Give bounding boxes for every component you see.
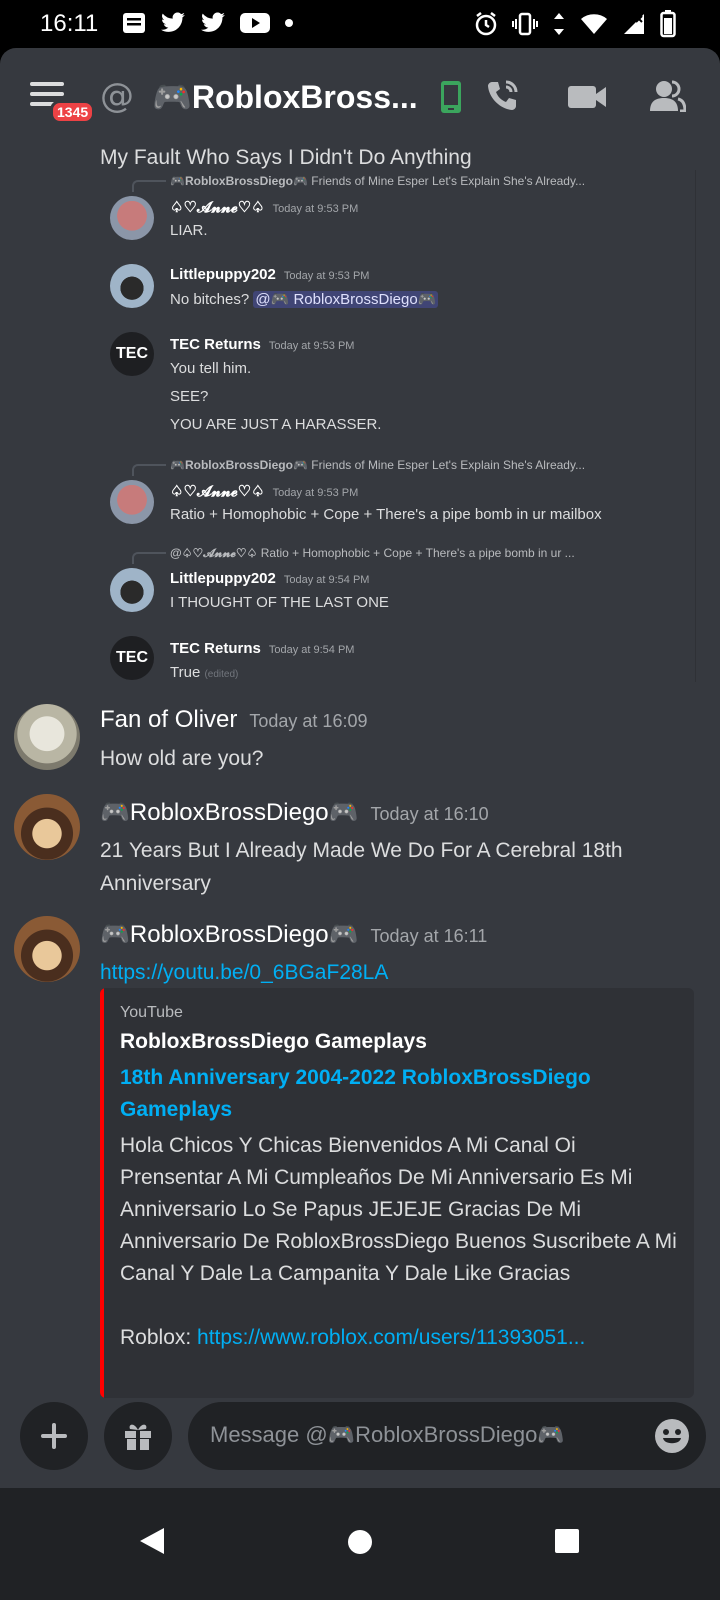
dm-at-icon: @ (100, 76, 134, 116)
unread-badge: 1345 (50, 100, 96, 124)
avatar[interactable] (110, 196, 154, 240)
data-icon (554, 13, 564, 35)
message-placeholder: Message @🎮RobloxBrossDiego🎮 (210, 1422, 565, 1447)
reply-preview: 🎮RobloxBrossDiego🎮 Friends of Mine Esper… (170, 458, 586, 472)
message-text: LIAR. (170, 222, 208, 239)
author-name[interactable]: TEC Returns (170, 336, 261, 353)
timestamp: Today at 9:54 PM (283, 574, 370, 586)
add-icon (41, 1423, 67, 1449)
status-time: 16:11 (40, 10, 99, 37)
signal-icon (624, 14, 644, 34)
message-text: You tell him. (170, 360, 252, 377)
message-text: How old are you? (100, 747, 264, 770)
youtube-icon (240, 13, 270, 33)
twitter-icon (161, 12, 185, 32)
author-name[interactable]: 🎮RobloxBrossDiego🎮 (100, 921, 359, 948)
message-text: 21 Years But I Already Made We Do For A … (100, 839, 623, 895)
timestamp: Today at 9:53 PM (268, 340, 355, 352)
avatar[interactable] (14, 794, 80, 860)
message-text: SEE? (170, 388, 209, 405)
message-input[interactable]: Message @🎮RobloxBrossDiego🎮 (188, 1402, 706, 1470)
emoji-icon[interactable] (654, 1418, 690, 1454)
timestamp: Today at 16:11 (370, 926, 488, 946)
home-icon[interactable] (346, 1528, 374, 1556)
wifi-icon (581, 14, 607, 34)
attached-screenshot[interactable]: 🎮RobloxBrossDiego🎮 Friends of Mine Esper… (100, 170, 696, 682)
chat-header: 1345 @ 🎮RobloxBross... (0, 48, 720, 146)
recents-icon[interactable] (554, 1528, 580, 1554)
embed-description: Hola Chicos Y Chicas Bienvenidos A Mi Ca… (120, 1134, 677, 1285)
message-text: YOU ARE JUST A HARASSER. (170, 416, 382, 433)
avatar[interactable] (14, 916, 80, 982)
timestamp: Today at 16:10 (370, 804, 489, 824)
members-icon[interactable] (650, 80, 686, 112)
screenshot-top-line: My Fault Who Says I Didn't Do Anything (100, 146, 472, 169)
author-name[interactable]: ♤♡𝓐𝓷𝓷𝓮♡♤ (170, 483, 265, 500)
status-bar: 16:11 (0, 0, 720, 48)
reply-preview: 🎮RobloxBrossDiego🎮 Friends of Mine Esper… (170, 174, 586, 188)
embed-accent-bar (100, 988, 104, 1398)
author-name[interactable]: Fan of Oliver (100, 706, 237, 733)
alarm-icon (475, 12, 497, 36)
author-name[interactable]: 🎮RobloxBrossDiego🎮 (100, 799, 359, 826)
edited-label: (edited) (204, 669, 239, 680)
message-list[interactable]: My Fault Who Says I Didn't Do Anything 🎮… (0, 146, 720, 1400)
embed-roblox-link[interactable]: https://www.roblox.com/users/11393051... (197, 1326, 585, 1349)
youtube-embed[interactable]: YouTube RobloxBrossDiego Gameplays 18th … (100, 988, 694, 1398)
avatar[interactable] (110, 480, 154, 524)
back-icon[interactable] (138, 1526, 166, 1556)
embed-title[interactable]: 18th Anniversary 2004-2022 RobloxBrossDi… (120, 1062, 660, 1126)
author-name[interactable]: Littlepuppy202 (170, 266, 276, 283)
timestamp: Today at 9:53 PM (272, 203, 359, 215)
avatar[interactable]: TEC (110, 636, 154, 680)
author-name[interactable]: Littlepuppy202 (170, 570, 276, 587)
message-text: True (170, 664, 201, 681)
message-text: I THOUGHT OF THE LAST ONE (170, 594, 389, 611)
message-link[interactable]: https://youtu.be/0_6BGaF28LA (100, 961, 388, 984)
message-composer: Message @🎮RobloxBrossDiego🎮 (0, 1400, 720, 1488)
user-mention[interactable]: @🎮 RobloxBrossDiego🎮 (253, 291, 439, 308)
reply-preview: @♤♡𝓐𝓷𝓷𝓮♡♤ Ratio + Homophobic + Cope + Th… (170, 546, 575, 560)
message-text: Ratio + Homophobic + Cope + There's a pi… (170, 506, 602, 523)
message-text: No bitches? (170, 291, 250, 308)
embed-roblox-label: Roblox: (120, 1326, 198, 1349)
chat-title[interactable]: 🎮RobloxBross... (152, 78, 418, 116)
gift-icon (125, 1424, 151, 1450)
author-name[interactable]: ♤♡𝓐𝓷𝓷𝓮♡♤ (170, 199, 265, 216)
timestamp: Today at 9:53 PM (272, 487, 359, 499)
vibrate-icon (512, 12, 538, 36)
dot-icon (285, 19, 293, 27)
timestamp: Today at 9:54 PM (268, 644, 355, 656)
gift-button[interactable] (104, 1402, 172, 1470)
hamburger-icon (30, 82, 64, 86)
timestamp: Today at 16:09 (249, 711, 368, 731)
author-name[interactable]: TEC Returns (170, 640, 261, 657)
embed-provider: YouTube (120, 1004, 183, 1021)
avatar[interactable]: TEC (110, 332, 154, 376)
timestamp: Today at 9:53 PM (283, 270, 370, 282)
system-nav-bar (0, 1488, 720, 1600)
add-button[interactable] (20, 1402, 88, 1470)
avatar[interactable] (110, 568, 154, 612)
video-call-icon[interactable] (568, 84, 608, 110)
embed-author[interactable]: RobloxBrossDiego Gameplays (120, 1030, 427, 1054)
twitter-icon (201, 12, 225, 32)
call-icon[interactable] (484, 78, 520, 114)
mobile-status-icon (441, 81, 461, 113)
battery-icon (660, 10, 676, 38)
notification-icon (123, 13, 145, 33)
avatar[interactable] (110, 264, 154, 308)
avatar[interactable] (14, 704, 80, 770)
